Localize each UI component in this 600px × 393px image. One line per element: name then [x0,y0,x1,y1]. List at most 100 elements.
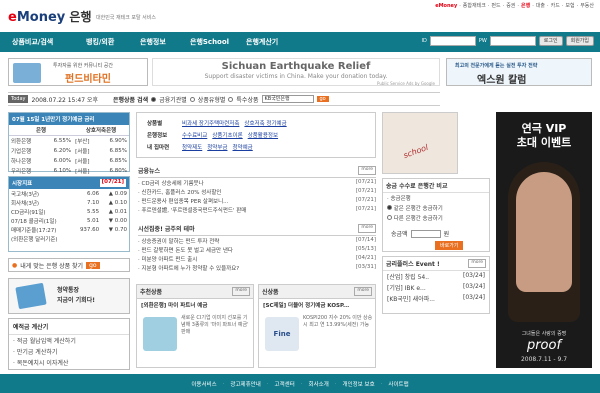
news-headline[interactable]: 지분형 아파트에 누가 청약할 수 있을까요? [142,266,240,272]
news-headline[interactable]: 신한카드, 홈플러스 20% 성사할인 [142,190,222,196]
news-headline[interactable]: 푸르덴셜證, '푸르덴셜중국펀드주식펀드' 판매 [142,208,247,214]
topnav-link[interactable]: 종합재테크 [463,3,486,9]
footer-link[interactable]: 광고제휴안내 [230,380,260,388]
news-headline[interactable]: 미분양 아파트 펀드 출시 [142,257,198,263]
calc-item[interactable]: · 만기금 계산하기 [9,346,129,357]
logo-ko: 은행 [65,10,92,24]
category-link[interactable]: 청약부금 [207,143,227,151]
calc-item[interactable]: · 목돈예치시 이자계산 [9,357,129,368]
radio-by-institution[interactable] [151,96,157,102]
footer-link[interactable]: 고객센터 [275,380,295,388]
events-more-button[interactable]: more [468,259,486,268]
category-link[interactable]: 청약제도 [182,143,202,151]
gnb-bank-school[interactable]: 은행School [190,37,229,47]
news-item[interactable]: · 미분양 아파트 펀드 출시 [04/21] [138,254,376,263]
amount-input[interactable] [410,229,441,238]
news-item[interactable]: · CD금리 상승세에 기름붓나 [07/21] [138,178,376,187]
gnb-compare-search[interactable]: 상품비교/검색 [12,37,53,47]
category-link[interactable]: 청약예금 [233,143,253,151]
rate-cell: 6.85% [109,148,127,154]
topnav-link[interactable]: 부동산 [580,3,594,9]
new-product-more-button[interactable]: more [354,287,372,296]
news-item[interactable]: · 푸르덴셜證, '푸르덴셜중국펀드주식펀드' 판매 [07/21] [138,205,376,214]
finance-news-section: 금융뉴스 more · CD금리 상승세에 기름붓나 [07/21] · 신한카드, … [138,166,376,220]
topnav-link[interactable]: 보험 [565,3,574,9]
earthquake-relief-ad[interactable]: Sichuan Earthquake Relief Support disast… [152,58,440,86]
category-link[interactable]: 비과세 장기주택마련저축 [182,119,239,127]
product-image[interactable] [143,317,177,351]
event-title[interactable]: [기업] IBK e... [387,283,426,292]
topnav-link[interactable]: 펀드 [491,3,500,9]
news-headline[interactable]: 펀드운용사 편입종목 PER 살펴보니... [142,199,229,205]
ad-title: Sichuan Earthquake Relief [221,61,371,72]
category-link[interactable]: 상품활용정보 [248,131,278,139]
fund-vitamin-banner[interactable]: 투자자를 위한 커뮤니티 공간 펀드비타민 [8,58,148,86]
id-input[interactable] [429,36,476,46]
theme-title: 시선집중! 금주의 테마 [138,226,195,233]
events-title: 금리플러스 Event ! [386,261,440,268]
theme-more-button[interactable]: more [358,224,376,233]
event-title[interactable]: [KB국민] 새아파... [387,294,435,303]
product-image[interactable]: Fine [265,317,299,351]
news-headline[interactable]: CD금리 상승세에 기름붓나 [142,181,204,187]
pw-input[interactable] [489,36,536,46]
new-product-name[interactable]: [SC제일] 더블어 정기예금 KOSP... [259,299,375,311]
topnav-link[interactable]: eMoney [435,3,457,9]
footer-link[interactable]: 사이트맵 [388,380,408,388]
gnb-bank-info[interactable]: 은행정보 [140,37,166,47]
school-promo-image[interactable]: school [382,112,458,174]
topnav-link[interactable]: 카드 [551,3,560,9]
category-link[interactable]: 상호저축 정기예금 [244,119,286,127]
current-datetime: 2008.07.22 15:47 오후 [31,96,98,104]
logo-e: e [8,10,17,25]
footer-link[interactable]: 개인정보 보호 [343,380,375,388]
login-button[interactable]: 로그인 [538,36,563,46]
category-link[interactable]: 상품기초이론 [212,131,242,139]
find-bank-product-link[interactable]: ● 내게 맞는 은행 상품 찾기 go [8,258,130,272]
search-go-button[interactable]: go [316,96,329,102]
event-item[interactable]: [KB국민] 새아파... [03/24] [383,293,489,304]
event-item[interactable]: [산업] 창립 54.. [03/24] [383,271,489,282]
xone-column-banner[interactable]: 최고의 전문가에게 듣는 실전 투자 전략 엑스원 칼럼 [446,58,592,86]
category-link[interactable]: 수수료비교 [182,131,207,139]
subscription-account-banner[interactable]: 청약통장 지금이 기회다! [8,278,130,314]
rate-table: 은행 상호저축은행 외환은행 6.55% [부산] 6.90% 기업은행 6.20% [서울]… [9,125,129,176]
calc-item[interactable]: · 적금 월납입액 계산하기 [9,335,129,346]
news-item[interactable]: · 상승증권이 말하는 펀드 투자 전략 [07/14] [138,236,376,245]
gnb-banking-fx[interactable]: 뱅킹/외환 [86,37,114,47]
footer-link[interactable]: 회사소개 [309,380,329,388]
join-button[interactable]: 회원가입 [565,36,594,46]
topnav-link[interactable]: 증권 [506,3,515,9]
event-item[interactable]: [기업] IBK e... [03/24] [383,282,489,293]
bank-select[interactable]: KB국민은행 [261,95,314,103]
topnav-separator: · [502,3,505,9]
news-item[interactable]: · 신한카드, 홈플러스 20% 성사할인 [07/21] [138,187,376,196]
news-more-button[interactable]: more [358,166,376,175]
site-logo[interactable]: eMoney 은행 [8,8,92,25]
news-headline[interactable]: 펀드 갈몫하면 돈도 못 벌고 세금만 낸다 [142,248,233,254]
recommended-product-name[interactable]: [외환은행] 마이 파트너 예금 [137,299,253,311]
news-item[interactable]: · 지분형 아파트에 누가 청약할 수 있을까요? [03/31] [138,263,376,272]
amount-unit: 원 [443,231,450,238]
event-title[interactable]: [산업] 창립 54.. [387,272,429,281]
topnav-link[interactable]: 대출 [536,3,545,9]
find-bank-go-button[interactable]: go [86,261,100,269]
radio-other-bank[interactable] [387,215,392,220]
news-item[interactable]: · 펀드 갈몫하면 돈도 못 벌고 세금만 낸다 [05/13] [138,245,376,254]
topnav-link[interactable]: 은행 [521,3,530,9]
news-headline[interactable]: 상승증권이 말하는 펀드 투자 전략 [142,239,220,245]
footer-link[interactable]: 이용서비스 [191,380,216,388]
radio-same-bank[interactable] [387,205,392,210]
theater-vip-ad[interactable]: 연극 VIP 초대 이벤트 그녀들은 사랑의 증명 proof 2008.7.1… [496,112,592,368]
market-change [101,234,129,243]
radio-special[interactable] [228,96,234,102]
recommended-more-button[interactable]: more [232,287,250,296]
radio-label-type: 상품유형별 [197,96,226,104]
gnb-bank-calculator[interactable]: 은행계산기 [246,37,278,47]
compare-go-button[interactable]: 바로가기 [435,241,464,250]
compare-option[interactable]: 같은 은행간 송금하기 [383,203,489,213]
news-item[interactable]: · 펀드운용사 편입종목 PER 살펴보니... [07/21] [138,196,376,205]
rate-row: 외환은행 6.55% [부산] 6.90% [9,136,129,147]
compare-option[interactable]: 다른 은행간 송금하기 [383,213,489,223]
radio-by-type[interactable] [189,96,195,102]
